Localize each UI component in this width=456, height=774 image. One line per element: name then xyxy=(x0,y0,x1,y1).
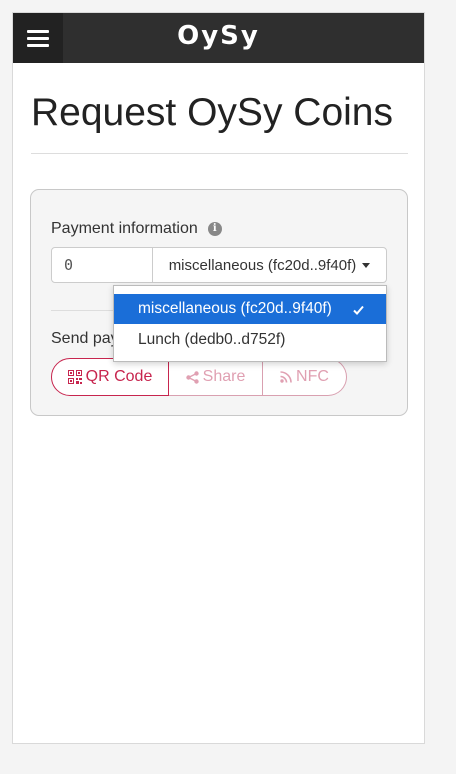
caret-down-icon xyxy=(362,262,371,268)
dropdown-option-label: miscellaneous (fc20d..9f40f) xyxy=(138,300,332,317)
rss-icon xyxy=(280,371,292,383)
account-select[interactable]: miscellaneous (fc20d..9f40f) xyxy=(153,248,386,282)
payment-input-group: miscellaneous (fc20d..9f40f) xyxy=(51,247,387,283)
page-title: Request OySy Coins xyxy=(31,91,393,134)
qrcode-icon xyxy=(67,370,82,384)
dropdown-option-label: Lunch (dedb0..d752f) xyxy=(138,331,286,348)
qr-code-button[interactable]: QR Code xyxy=(51,358,169,396)
nfc-label: NFC xyxy=(296,368,329,385)
account-dropdown-menu: miscellaneous (fc20d..9f40f) Lunch (dedb… xyxy=(113,285,387,362)
payment-info-text: Payment information xyxy=(51,220,198,237)
share-icon xyxy=(185,370,199,384)
amount-input[interactable] xyxy=(52,248,153,282)
brand-title: OySy xyxy=(177,21,260,51)
nfc-button[interactable]: NFC xyxy=(263,358,347,396)
info-icon[interactable]: i xyxy=(207,222,222,236)
dropdown-option-miscellaneous[interactable]: miscellaneous (fc20d..9f40f) xyxy=(114,294,386,324)
top-navbar: OySy xyxy=(13,13,424,63)
payment-info-label: Payment information i xyxy=(51,220,222,238)
share-button[interactable]: Share xyxy=(169,358,263,396)
dropdown-option-lunch[interactable]: Lunch (dedb0..d752f) xyxy=(114,325,386,355)
send-payment-label: Send pay xyxy=(51,330,119,347)
account-select-value: miscellaneous (fc20d..9f40f) xyxy=(168,256,357,274)
qr-code-label: QR Code xyxy=(85,368,153,385)
send-button-group: QR Code Share NFC xyxy=(51,358,347,396)
checkmark-icon xyxy=(353,302,364,320)
divider xyxy=(31,153,408,154)
share-label: Share xyxy=(202,368,246,385)
